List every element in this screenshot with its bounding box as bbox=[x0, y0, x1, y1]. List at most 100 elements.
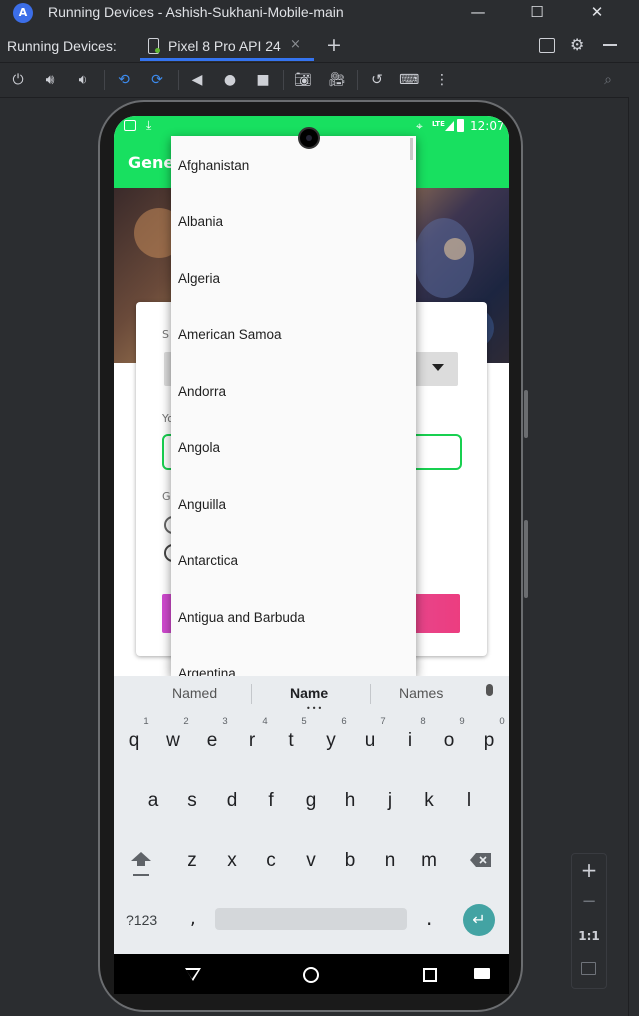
symbols-key[interactable]: ?123 bbox=[126, 912, 157, 928]
enter-key[interactable]: ↵ bbox=[463, 904, 495, 936]
suggestion-divider bbox=[251, 684, 252, 704]
key-f[interactable]: f bbox=[256, 790, 286, 812]
key-p[interactable]: p bbox=[474, 730, 504, 752]
key-k[interactable]: k bbox=[414, 790, 444, 812]
battery-icon bbox=[457, 119, 464, 132]
country-option[interactable]: Anguilla bbox=[178, 497, 226, 512]
zoom-out-button[interactable]: − bbox=[571, 891, 607, 912]
key-n[interactable]: n bbox=[375, 850, 405, 872]
key-m[interactable]: m bbox=[414, 850, 444, 872]
phone-side-button bbox=[524, 520, 528, 598]
key-i[interactable]: i bbox=[395, 730, 425, 752]
nav-keyboard-icon[interactable] bbox=[474, 968, 490, 979]
volume-up-icon[interactable]: 🔊︎ bbox=[40, 70, 60, 90]
gender-label: G bbox=[162, 490, 171, 503]
home-icon[interactable]: ● bbox=[220, 70, 240, 90]
key-t[interactable]: t bbox=[276, 730, 306, 752]
inspect-icon[interactable]: ⌕ bbox=[598, 70, 618, 90]
key-number-hint: 9 bbox=[459, 716, 465, 727]
suggestion-2[interactable]: Name bbox=[290, 685, 328, 701]
key-s[interactable]: s bbox=[177, 790, 207, 812]
back-icon[interactable]: ◀ bbox=[187, 70, 207, 90]
country-dropdown-list[interactable]: Afghanistan Albania Algeria American Sam… bbox=[171, 136, 416, 676]
dropdown-arrow-icon[interactable] bbox=[432, 364, 444, 371]
country-option[interactable]: Afghanistan bbox=[178, 158, 249, 173]
nav-home-icon[interactable] bbox=[303, 967, 319, 983]
dropdown-scrollbar[interactable] bbox=[410, 138, 413, 160]
maximize-icon[interactable]: ☐ bbox=[517, 0, 557, 26]
soft-keyboard: Named Name ••• Names 1 2 3 4 5 6 7 8 9 0… bbox=[114, 676, 509, 954]
key-y[interactable]: y bbox=[316, 730, 346, 752]
minimize-icon[interactable]: — bbox=[458, 0, 498, 26]
app-bar-title: Gene bbox=[128, 153, 175, 172]
key-j[interactable]: j bbox=[375, 790, 405, 812]
reset-icon[interactable]: ↺ bbox=[367, 70, 387, 90]
comma-key[interactable]: , bbox=[190, 908, 196, 929]
country-option[interactable]: Antarctica bbox=[178, 553, 238, 568]
country-option[interactable]: Algeria bbox=[178, 271, 220, 286]
shift-icon[interactable] bbox=[131, 852, 151, 861]
period-key[interactable]: . bbox=[426, 906, 432, 930]
key-g[interactable]: g bbox=[296, 790, 326, 812]
key-h[interactable]: h bbox=[335, 790, 365, 812]
toolbar-divider bbox=[283, 70, 284, 90]
rotate-left-icon[interactable]: ⟲ bbox=[114, 70, 134, 90]
microphone-icon[interactable] bbox=[486, 684, 493, 696]
screen-record-icon[interactable]: 🎥︎ bbox=[327, 70, 347, 90]
more-icon[interactable]: ⋮ bbox=[432, 70, 452, 90]
device-screen[interactable]: ⤓ ⌖ LTE 12:07 Gene S Yo G Afghanistan Al… bbox=[114, 116, 509, 994]
key-b[interactable]: b bbox=[335, 850, 365, 872]
country-option[interactable]: Argentina bbox=[178, 666, 236, 676]
key-d[interactable]: d bbox=[217, 790, 247, 812]
key-o[interactable]: o bbox=[434, 730, 464, 752]
key-number-hint: 7 bbox=[380, 716, 386, 727]
nav-back-icon-inner bbox=[186, 970, 198, 979]
volume-down-icon[interactable]: 🔉︎ bbox=[73, 70, 93, 90]
add-device-tab-button[interactable]: + bbox=[326, 34, 342, 56]
key-w[interactable]: w bbox=[158, 730, 188, 752]
hide-panel-icon[interactable] bbox=[603, 44, 617, 46]
zoom-in-button[interactable]: + bbox=[571, 858, 607, 882]
key-c[interactable]: c bbox=[256, 850, 286, 872]
key-e[interactable]: e bbox=[197, 730, 227, 752]
power-icon[interactable]: ⏻ bbox=[8, 70, 28, 90]
key-number-hint: 3 bbox=[222, 716, 228, 727]
suggestion-1[interactable]: Named bbox=[172, 685, 217, 701]
actual-size-button[interactable]: 1:1 bbox=[571, 929, 607, 943]
key-q[interactable]: q bbox=[119, 730, 149, 752]
key-z[interactable]: z bbox=[177, 850, 207, 872]
backspace-icon[interactable] bbox=[470, 852, 492, 867]
key-v[interactable]: v bbox=[296, 850, 326, 872]
key-x[interactable]: x bbox=[217, 850, 247, 872]
key-a[interactable]: a bbox=[138, 790, 168, 812]
gear-icon[interactable]: ⚙ bbox=[570, 35, 584, 54]
country-option[interactable]: Andorra bbox=[178, 384, 226, 399]
nav-recents-icon[interactable] bbox=[423, 968, 437, 982]
country-option[interactable]: Albania bbox=[178, 214, 223, 229]
download-icon: ⤓ bbox=[146, 118, 152, 132]
suggestion-3[interactable]: Names bbox=[399, 685, 443, 701]
country-option[interactable]: Angola bbox=[178, 440, 220, 455]
toolbar-divider bbox=[178, 70, 179, 90]
space-key[interactable] bbox=[215, 908, 407, 930]
fit-screen-icon[interactable] bbox=[581, 962, 596, 975]
shift-icon-stem bbox=[137, 861, 145, 866]
key-r[interactable]: r bbox=[237, 730, 267, 752]
country-label: S bbox=[162, 328, 169, 341]
rotate-right-icon[interactable]: ⟳ bbox=[147, 70, 167, 90]
gallery-notification-icon bbox=[124, 120, 136, 131]
country-option[interactable]: American Samoa bbox=[178, 327, 282, 342]
key-number-hint: 4 bbox=[262, 716, 268, 727]
keyboard-icon[interactable]: ⌨ bbox=[399, 70, 419, 90]
key-l[interactable]: l bbox=[454, 790, 484, 812]
country-option[interactable]: Antigua and Barbuda bbox=[178, 610, 305, 625]
screenshot-icon[interactable]: 📷︎ bbox=[293, 70, 313, 90]
layout-icon[interactable] bbox=[539, 38, 555, 53]
key-number-hint: 5 bbox=[301, 716, 307, 727]
close-icon[interactable]: ✕ bbox=[577, 0, 617, 26]
device-tab-label[interactable]: Pixel 8 Pro API 24 bbox=[168, 38, 281, 54]
camera-lens bbox=[306, 135, 312, 141]
tab-close-icon[interactable]: × bbox=[290, 37, 301, 52]
key-u[interactable]: u bbox=[355, 730, 385, 752]
overview-icon[interactable]: ■ bbox=[253, 70, 273, 90]
